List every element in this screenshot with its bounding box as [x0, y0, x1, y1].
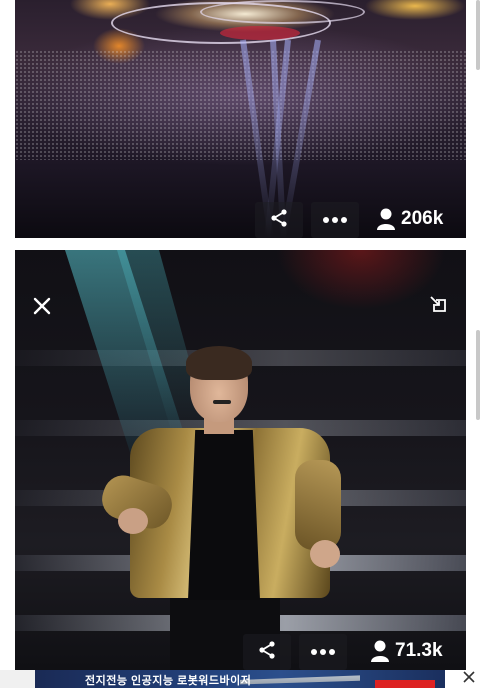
crowd [15, 50, 466, 160]
headset-mic [213, 400, 231, 404]
close-icon [32, 296, 52, 321]
share-icon [269, 208, 289, 233]
share-button[interactable] [243, 634, 291, 670]
video-player[interactable] [15, 250, 466, 670]
ad-close-button[interactable] [460, 670, 478, 688]
share-button[interactable] [255, 202, 303, 238]
ad-graphic [240, 675, 360, 685]
popout-icon [429, 295, 449, 320]
user-icon [371, 640, 389, 662]
stage-light [276, 250, 446, 310]
video-feed: 206k 71.3k 전지전능 인공지능 로봇워드바이저 [0, 0, 480, 688]
more-horizontal-icon [310, 643, 336, 661]
scrollbar-thumb[interactable] [476, 330, 480, 420]
ad-graphic [375, 680, 435, 688]
video-card[interactable]: 71.3k [15, 250, 466, 670]
video-thumbnail[interactable] [15, 0, 466, 238]
stage-decoration [200, 0, 365, 24]
close-icon [463, 670, 475, 688]
view-count: 71.3k [371, 640, 443, 662]
video-card[interactable]: 206k [15, 0, 466, 238]
user-icon [377, 208, 395, 230]
more-options-button[interactable] [299, 634, 347, 670]
share-icon [257, 640, 277, 665]
ad-spacer [0, 670, 35, 688]
view-count: 206k [377, 208, 443, 230]
performer [96, 346, 350, 670]
view-count-value: 71.3k [395, 640, 443, 661]
more-options-button[interactable] [311, 202, 359, 238]
ad-text: 전지전능 인공지능 로봇워드바이저 [85, 675, 252, 687]
popout-button[interactable] [426, 294, 452, 320]
more-horizontal-icon [322, 211, 348, 229]
view-count-value: 206k [401, 208, 444, 229]
ad-banner[interactable]: 전지전능 인공지능 로봇워드바이저 [35, 670, 445, 688]
stage-decoration [220, 26, 300, 40]
scrollbar-thumb[interactable] [476, 0, 480, 70]
close-button[interactable] [28, 294, 56, 322]
